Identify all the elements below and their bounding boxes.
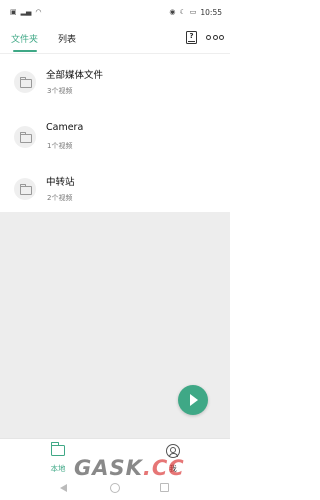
status-left: ▣ ▂▄ ◠: [10, 7, 42, 16]
eye-icon: ◉: [169, 7, 176, 16]
folder-item-transfer[interactable]: 中转站 2个视频: [0, 161, 230, 213]
battery-icon: ▭: [189, 7, 197, 16]
folder-list: 全部媒体文件 3个视频 Camera 1个视频 中转站 2个视频: [0, 54, 230, 212]
folder-icon: [14, 178, 36, 200]
folder-count: 1个视频: [47, 142, 73, 150]
more-dot: [212, 35, 218, 40]
tab-list[interactable]: 列表: [58, 32, 76, 45]
folder-item-all-media[interactable]: 全部媒体文件 3个视频: [0, 54, 230, 106]
sim-icon: ▣: [10, 7, 17, 16]
wifi-icon: ◠: [35, 7, 42, 16]
status-right: ◉ ☾ ▭ 10:55: [169, 8, 222, 17]
signal-icon: ▂▄: [20, 7, 32, 16]
status-time: 10:55: [200, 7, 222, 17]
folder-icon: [14, 126, 36, 148]
status-bar: ▣ ▂▄ ◠ ◉ ☾ ▭ 10:55: [0, 0, 230, 24]
tab-folders[interactable]: 文件夹: [11, 32, 38, 45]
system-nav-bar: [0, 478, 230, 500]
folder-item-camera[interactable]: Camera 1个视频: [0, 109, 230, 161]
folder-name: Camera: [46, 122, 84, 133]
nav-item-local[interactable]: 本地: [42, 439, 74, 477]
folder-name: 中转站: [46, 177, 75, 188]
more-dot: [219, 35, 224, 40]
folder-name: 全部媒体文件: [46, 70, 104, 81]
home-icon[interactable]: [110, 483, 120, 493]
nav-label: 本地: [50, 464, 66, 473]
active-tab-indicator: [13, 50, 37, 52]
more-icon[interactable]: [206, 35, 224, 41]
help-book-icon[interactable]: ?: [186, 31, 197, 44]
watermark-accent: .CC: [142, 456, 185, 480]
watermark-main: GASK: [74, 456, 143, 480]
back-icon[interactable]: [60, 484, 67, 492]
play-button[interactable]: [178, 385, 208, 415]
folder-count: 2个视频: [47, 194, 73, 202]
recent-apps-icon[interactable]: [160, 483, 169, 492]
folder-icon: [14, 71, 36, 93]
watermark: GASK.CC: [74, 456, 185, 480]
moon-icon: ☾: [179, 7, 186, 16]
top-tab-bar: 文件夹 列表 ?: [0, 24, 230, 54]
folder-count: 3个视频: [47, 87, 73, 95]
folder-icon: [51, 442, 65, 456]
more-dot: [206, 35, 211, 40]
